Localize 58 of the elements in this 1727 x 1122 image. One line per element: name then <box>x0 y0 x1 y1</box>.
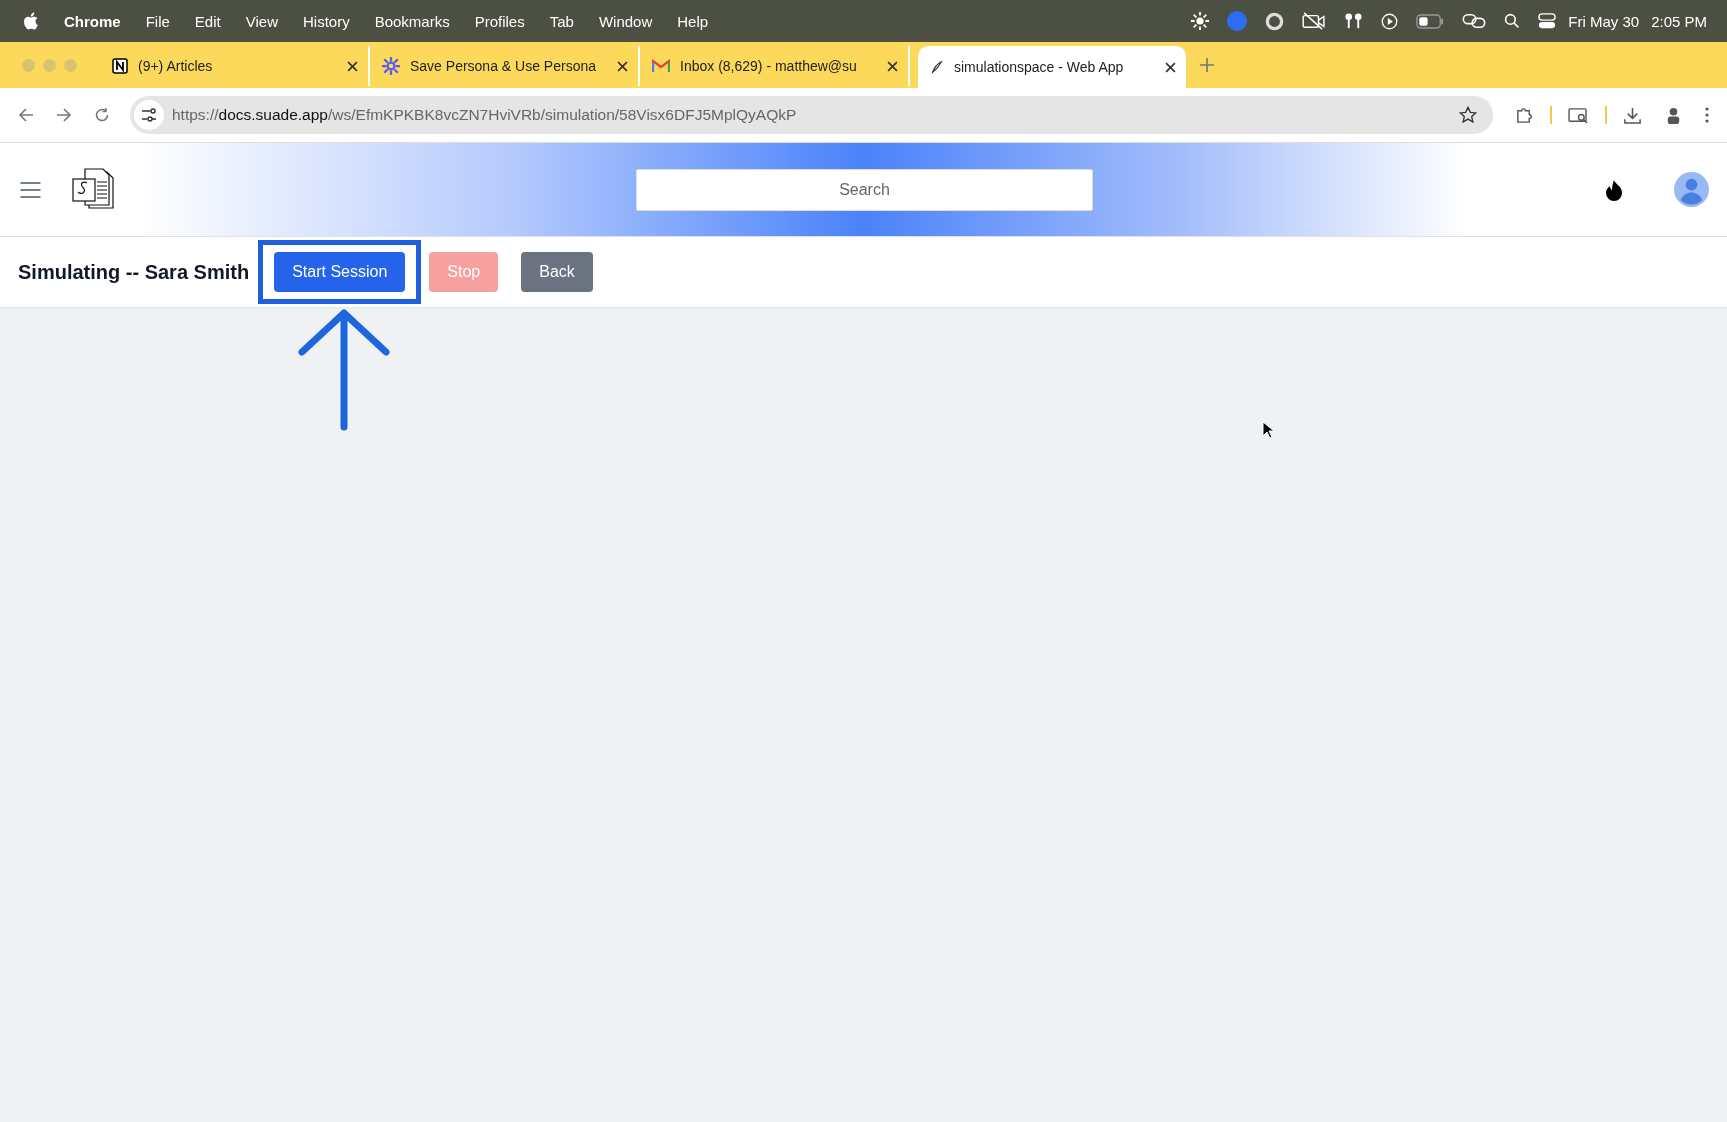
mouse-cursor-icon <box>1262 421 1274 439</box>
app-menu[interactable]: Chrome <box>64 12 121 30</box>
menu-item[interactable]: File <box>145 12 170 30</box>
menu-item[interactable]: Edit <box>194 12 221 30</box>
back-arrow-icon[interactable] <box>18 107 34 123</box>
notion-logo-icon <box>112 58 128 74</box>
star-icon[interactable] <box>1459 106 1477 124</box>
link-icon[interactable] <box>1462 13 1487 29</box>
control-center-icon[interactable] <box>1538 12 1557 30</box>
menu-item[interactable]: Profiles <box>474 12 525 30</box>
earbuds-icon[interactable] <box>1344 11 1364 31</box>
apple-logo-icon[interactable] <box>22 11 39 31</box>
menu-item[interactable]: Help <box>677 12 709 30</box>
menu-icon[interactable] <box>20 181 41 198</box>
close-icon[interactable] <box>347 60 358 72</box>
tab-search-icon[interactable] <box>1568 106 1589 124</box>
browser-tab[interactable]: Save Persona & Use Persona <box>370 46 640 86</box>
play-icon[interactable] <box>1381 12 1399 30</box>
browser-tab[interactable]: (9+) Articles <box>100 46 370 86</box>
back-button[interactable]: Back <box>521 252 593 292</box>
page-title: Simulating -- Sara Smith <box>18 260 250 284</box>
search-field[interactable]: Search <box>636 168 1093 211</box>
tab-title: Inbox (8,629) - matthew@su <box>680 58 858 74</box>
menu-bar-date[interactable]: Fri May 30 <box>1568 12 1640 30</box>
tab-title: (9+) Articles <box>138 58 214 74</box>
mail-logo-icon <box>652 59 670 73</box>
site-settings-icon[interactable] <box>134 100 164 130</box>
close-icon[interactable] <box>887 60 898 72</box>
quill-icon <box>930 60 944 74</box>
fire-icon[interactable] <box>1604 178 1624 201</box>
start-session-button[interactable]: Start Session <box>274 252 406 292</box>
sun-icon[interactable] <box>1191 12 1210 30</box>
new-tab-icon[interactable] <box>1200 58 1214 72</box>
browser-tab[interactable]: simulationspace - Web App <box>918 46 1186 88</box>
menu-item[interactable]: History <box>302 12 350 30</box>
starburst-icon <box>382 57 400 75</box>
battery-icon[interactable] <box>1416 13 1445 29</box>
puzzle-icon[interactable] <box>1515 105 1534 125</box>
more-icon[interactable] <box>1705 107 1709 123</box>
close-icon[interactable] <box>1165 61 1176 73</box>
camera-off-icon[interactable] <box>1302 12 1327 30</box>
download-icon[interactable] <box>1623 105 1642 125</box>
reload-icon[interactable] <box>94 107 110 123</box>
search-icon[interactable] <box>1504 13 1521 29</box>
forward-arrow-icon[interactable] <box>56 107 72 123</box>
close-icon[interactable] <box>617 60 628 72</box>
menu-item[interactable]: Tab <box>549 12 574 30</box>
browser-tab[interactable]: Inbox (8,629) - matthew@su <box>640 46 910 86</box>
menu-item[interactable]: Bookmarks <box>374 12 450 30</box>
ring-icon[interactable] <box>1265 11 1285 31</box>
address-field[interactable]: https://docs.suade.app/ws/EfmKPKBK8vcZN7HviVRb/simulation/58Visx6DFJ5MplQyAQkP <box>130 96 1493 134</box>
menu-bar-time[interactable]: 2:05 PM <box>1651 12 1707 30</box>
menu-item[interactable]: View <box>245 12 278 30</box>
tab-title: simulationspace - Web App <box>954 59 1125 75</box>
tab-title: Save Persona & Use Persona <box>410 58 597 74</box>
menu-item[interactable]: Window <box>598 12 653 30</box>
url-text: https://docs.suade.app/ws/EfmKPKBK8vcZN7HviVRb/simulation/58Visx6DFJ5MplQyAQkP <box>172 106 798 124</box>
avatar-icon[interactable] <box>1674 172 1709 207</box>
